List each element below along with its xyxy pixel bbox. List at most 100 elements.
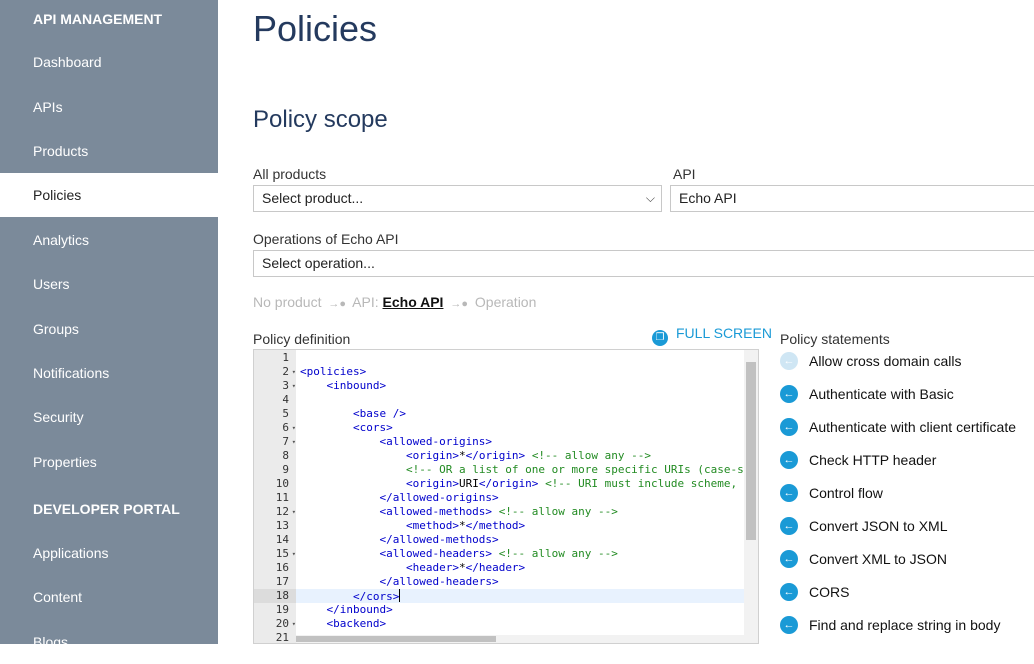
sidebar-item-analytics[interactable]: Analytics — [0, 218, 218, 262]
line-number: 3 ▾ — [254, 379, 296, 393]
policy-scope-heading: Policy scope — [253, 106, 388, 133]
scrollbar-thumb[interactable] — [296, 636, 496, 642]
sidebar-item-notifications[interactable]: Notifications — [0, 351, 218, 395]
arrow-left-circle-icon: ← — [780, 517, 798, 535]
arrow-left-circle-icon: ← — [780, 385, 798, 403]
line-number: 5 — [254, 407, 296, 421]
arrow-right-icon: →● — [450, 298, 468, 310]
policy-statements-heading: Policy statements — [780, 331, 890, 347]
line-number-text: 19 — [275, 603, 289, 616]
fullscreen-button[interactable]: ❐ FULL SCREEN — [652, 325, 772, 346]
line-number: 20 ▾ — [254, 617, 296, 631]
code-line: <header>*</header> — [300, 561, 526, 574]
product-select-value: Select product... — [262, 190, 364, 206]
line-number: 12 ▾ — [254, 505, 296, 519]
line-number-text: 18 — [275, 589, 289, 602]
line-number-text: 3 — [282, 379, 289, 392]
line-number: 14 — [254, 533, 296, 547]
arrow-left-circle-icon: ← — [780, 352, 798, 370]
arrow-left-circle-icon: ← — [780, 550, 798, 568]
editor-code-area[interactable]: <policies> <inbound> <base /> <cors> <al… — [296, 350, 744, 643]
line-number-text: 20 — [275, 617, 289, 630]
operations-label: Operations of Echo API — [253, 231, 399, 247]
sidebar-item-applications[interactable]: Applications — [0, 531, 218, 575]
api-label: API — [673, 166, 696, 182]
arrow-left-circle-icon: ← — [780, 451, 798, 469]
code-line: </allowed-origins> — [300, 491, 499, 504]
editor-vertical-scrollbar[interactable] — [744, 350, 758, 643]
line-number-text: 13 — [275, 519, 289, 532]
code-line: </allowed-headers> — [300, 575, 499, 588]
line-number-text: 6 — [282, 421, 289, 434]
line-number: 18 — [254, 589, 296, 603]
api-select-value: Echo API — [679, 190, 737, 206]
policy-statement-label: Authenticate with client certificate — [809, 419, 1016, 435]
code-line: <base /> — [300, 407, 406, 420]
line-number: 2 ▾ — [254, 365, 296, 379]
operation-select[interactable]: Select operation... — [253, 250, 1034, 277]
main-content: Policies Policy scope All products Selec… — [218, 0, 1034, 644]
products-label: All products — [253, 166, 327, 182]
sidebar-item-dashboard[interactable]: Dashboard — [0, 40, 218, 84]
line-number-text: 11 — [275, 491, 289, 504]
code-line: <!-- OR a list of one or more specific U… — [405, 463, 744, 476]
policy-statement-label: Authenticate with Basic — [809, 386, 954, 402]
code-line: <allowed-origins> — [300, 435, 493, 448]
line-number-text: 10 — [275, 477, 289, 490]
chevron-down-icon: ⌵ — [645, 191, 655, 205]
line-number: 9 — [254, 463, 296, 477]
line-number: 1 — [254, 351, 296, 365]
policy-code-editor[interactable]: 1 2 ▾ 3 ▾ 4 5 6 ▾ 7 ▾ 8 9 10 11 12 ▾ 13 14 15 ▾ 16 17 18 19 20 ▾ 21… — [253, 349, 759, 644]
code-line: </allowed-methods> — [300, 533, 499, 546]
line-number: 17 — [254, 575, 296, 589]
line-number-text: 4 — [282, 393, 289, 406]
sidebar-item-groups[interactable]: Groups — [0, 307, 218, 351]
sidebar-item-products[interactable]: Products — [0, 129, 218, 173]
page-title: Policies — [253, 8, 378, 49]
sidebar-item-content[interactable]: Content — [0, 575, 218, 619]
line-number-text: 9 — [282, 463, 289, 476]
policy-statement-label: Check HTTP header — [809, 452, 937, 468]
arrow-left-circle-icon: ← — [780, 583, 798, 601]
line-number: 13 — [254, 519, 296, 533]
product-select[interactable]: Select product... ⌵ — [253, 185, 662, 212]
sidebar-item-policies[interactable]: Policies — [0, 173, 218, 217]
breadcrumb-operation[interactable]: Operation — [475, 294, 536, 310]
sidebar-item-properties[interactable]: Properties — [0, 440, 218, 484]
line-number: 16 — [254, 561, 296, 575]
api-select[interactable]: Echo API — [670, 185, 1034, 212]
code-line: <origin>URI</origin> <!-- URI must inclu… — [300, 477, 744, 490]
sidebar-item-security[interactable]: Security — [0, 395, 218, 439]
arrow-left-circle-icon: ← — [780, 484, 798, 502]
sidebar-item-blogs[interactable]: Blogs — [0, 620, 218, 664]
breadcrumb-api[interactable]: Echo API — [383, 294, 444, 310]
sidebar-item-apis[interactable]: APIs — [0, 85, 218, 129]
line-number-text: 5 — [282, 407, 289, 420]
code-line: <policies> — [300, 365, 367, 378]
code-line: <origin>*</origin> <!-- allow any --> — [300, 449, 652, 462]
code-line: <backend> — [300, 617, 387, 630]
line-number: 8 — [254, 449, 296, 463]
line-number-text: 16 — [275, 561, 289, 574]
arrow-left-circle-icon: ← — [780, 616, 798, 634]
code-line: <allowed-headers> <!-- allow any --> — [300, 547, 618, 560]
line-number-text: 7 — [282, 435, 289, 448]
fullscreen-label: FULL SCREEN — [676, 325, 772, 341]
line-number: 10 — [254, 477, 296, 491]
sidebar-item-users[interactable]: Users — [0, 262, 218, 306]
line-number: 21 — [254, 631, 296, 643]
code-line: <allowed-methods> <!-- allow any --> — [300, 505, 618, 518]
code-line: <cors> — [300, 421, 393, 434]
scrollbar-thumb[interactable] — [746, 362, 756, 540]
code-line: <inbound> — [300, 379, 387, 392]
line-number-text: 1 — [282, 351, 289, 364]
line-number: 6 ▾ — [254, 421, 296, 435]
fullscreen-icon: ❐ — [652, 330, 668, 346]
line-number-text: 17 — [275, 575, 289, 588]
code-line: <method>*</method> — [300, 519, 526, 532]
line-number: 11 — [254, 491, 296, 505]
sidebar: API MANAGEMENT Dashboard APIs Products P… — [0, 0, 218, 650]
breadcrumb-product[interactable]: No product — [253, 294, 321, 310]
editor-horizontal-scrollbar[interactable] — [296, 635, 744, 643]
line-number: 15 ▾ — [254, 547, 296, 561]
